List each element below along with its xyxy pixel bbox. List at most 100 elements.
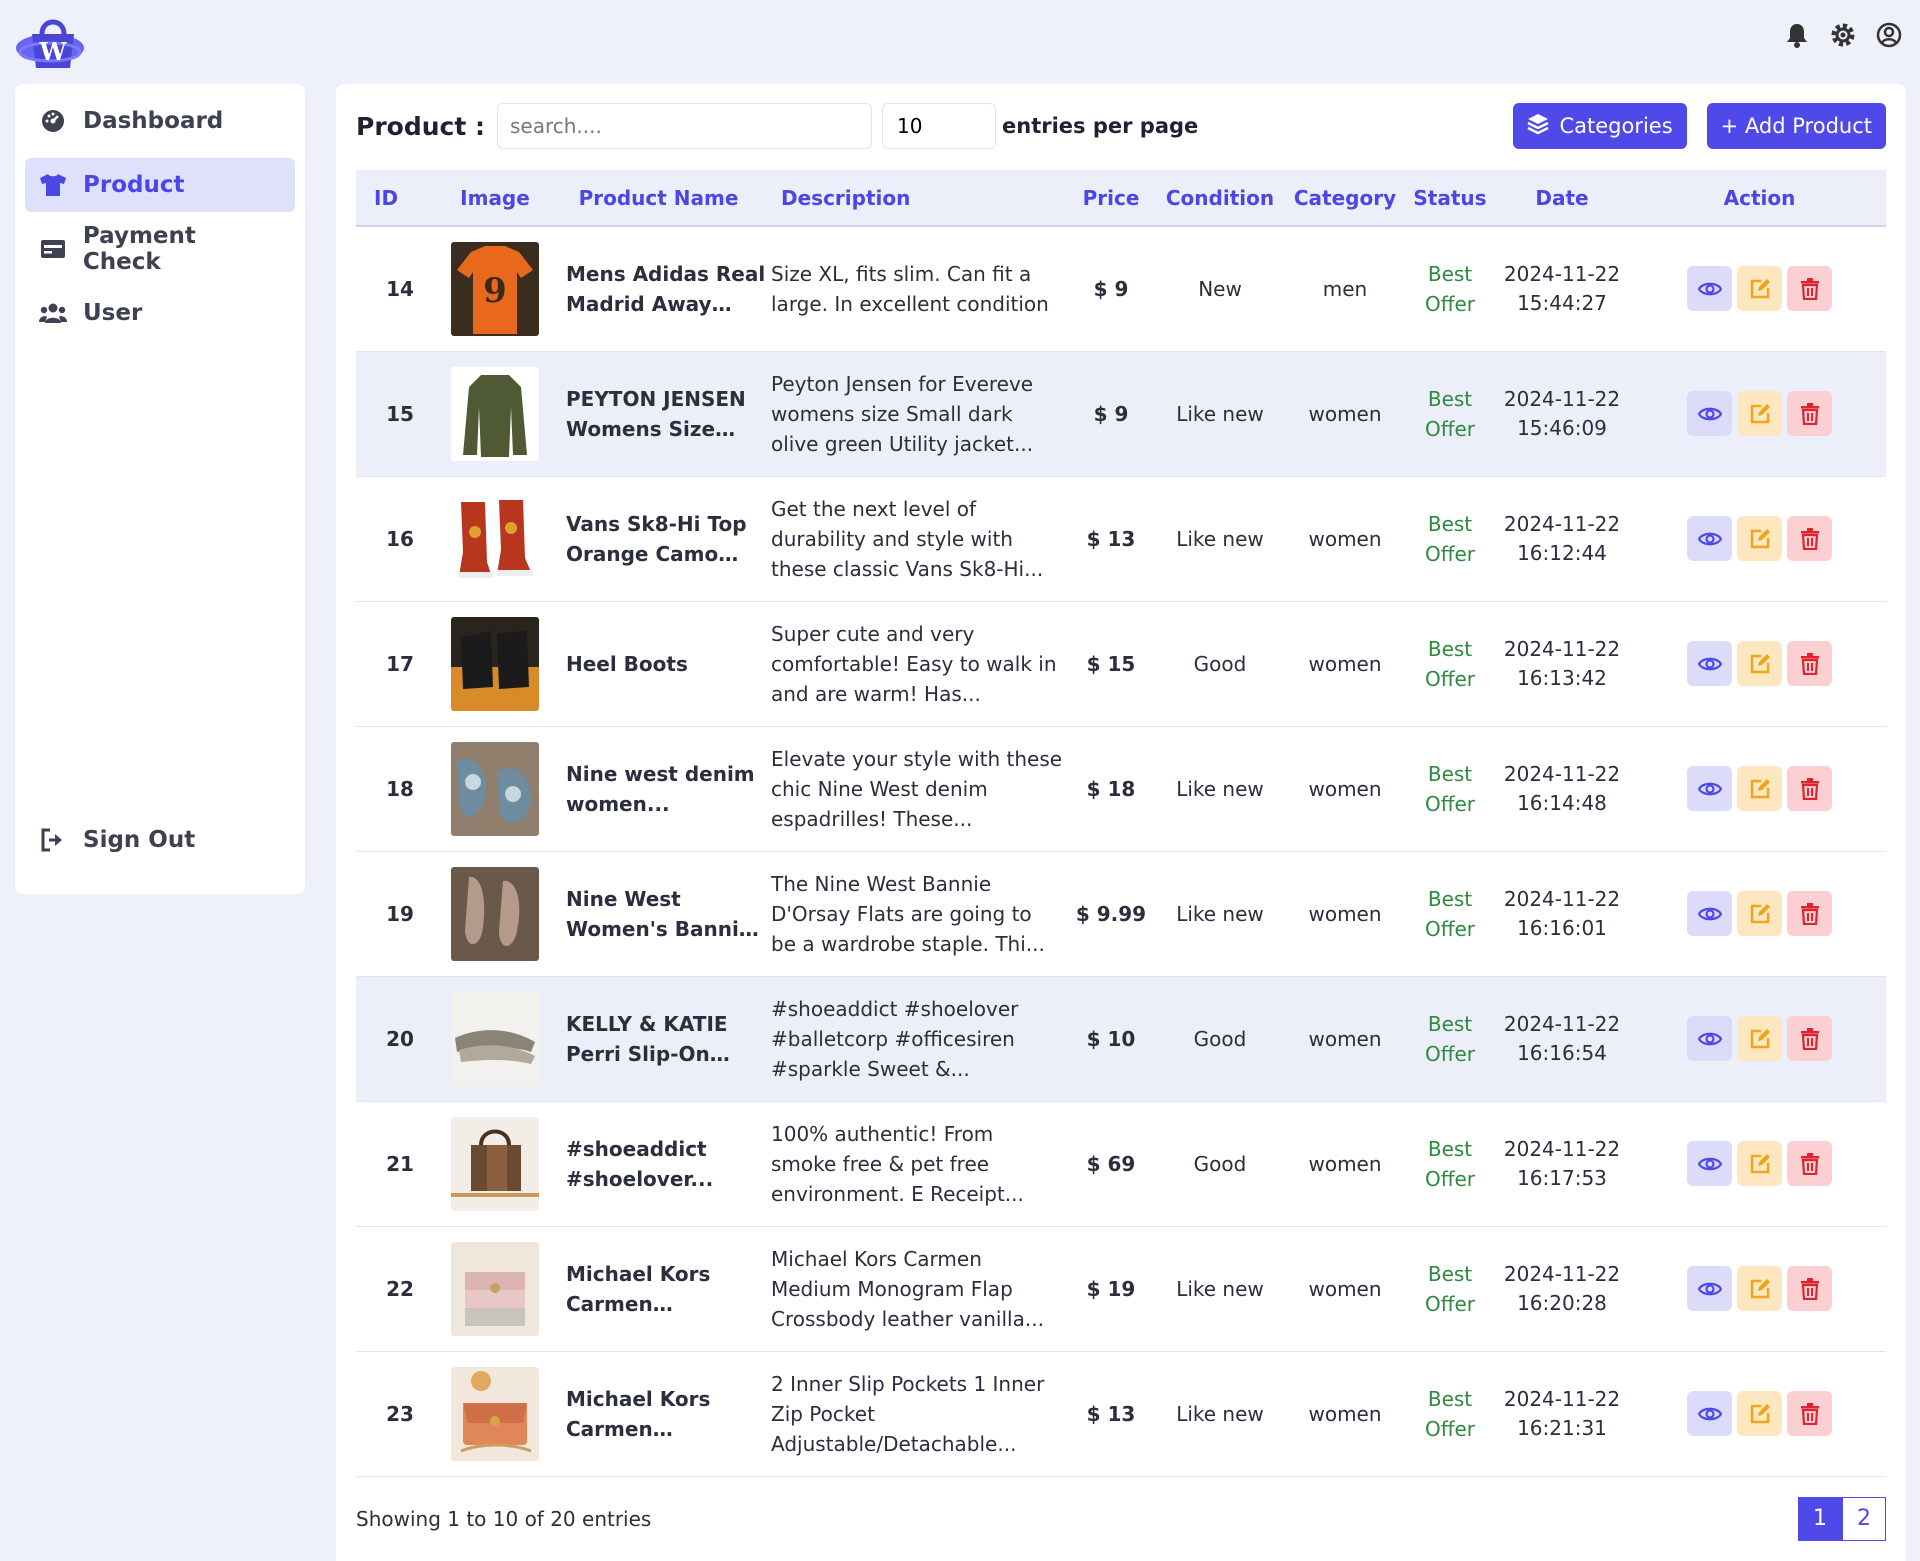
categories-button[interactable]: Categories <box>1513 103 1687 149</box>
cell-action <box>1633 851 1886 976</box>
edit-icon <box>1750 278 1770 298</box>
trash-icon <box>1800 777 1819 800</box>
view-button[interactable] <box>1687 891 1732 936</box>
col-header-price[interactable]: Price <box>1063 170 1159 226</box>
product-description: Size XL, fits slim. Can fit a large. In … <box>771 261 1049 316</box>
table-footer: Showing 1 to 10 of 20 entries 1 2 <box>356 1496 1886 1541</box>
product-description: Elevate your style with these chic Nine … <box>771 746 1063 831</box>
delete-button[interactable] <box>1787 641 1832 686</box>
product-thumbnail[interactable] <box>451 1116 539 1211</box>
col-header-condition[interactable]: Condition <box>1159 170 1281 226</box>
cell-date: 2024-11-22 16:13:42 <box>1491 601 1633 726</box>
search-input[interactable] <box>497 103 872 149</box>
delete-button[interactable] <box>1787 266 1832 312</box>
edit-button[interactable] <box>1737 1266 1782 1311</box>
cell-price: $ 9 <box>1093 276 1129 301</box>
sidebar-item-user[interactable]: User <box>25 286 295 340</box>
product-thumbnail[interactable] <box>451 991 539 1086</box>
bell-icon[interactable] <box>1784 22 1810 48</box>
cell-category: women <box>1308 1151 1382 1176</box>
col-header-product-name[interactable]: Product Name <box>546 170 771 226</box>
col-header-image[interactable]: Image <box>444 170 546 226</box>
delete-button[interactable] <box>1787 1266 1832 1311</box>
sign-out-button[interactable]: Sign Out <box>25 813 295 867</box>
cell-description: The Nine West Bannie D'Orsay Flats are g… <box>771 851 1063 976</box>
col-header-status[interactable]: Status <box>1409 170 1491 226</box>
page-button-1[interactable]: 1 <box>1798 1496 1842 1541</box>
entries-per-page-input[interactable] <box>882 103 996 149</box>
edit-button[interactable] <box>1737 766 1782 811</box>
col-header-category[interactable]: Category <box>1281 170 1409 226</box>
delete-button[interactable] <box>1787 1141 1832 1186</box>
product-thumbnail[interactable] <box>451 1366 539 1461</box>
table-row[interactable]: 17 Heel Boots Super cute and very comfor… <box>356 601 1886 726</box>
app-logo[interactable]: W <box>14 8 92 72</box>
col-header-description[interactable]: Description <box>771 170 1063 226</box>
add-product-button[interactable]: + Add Product <box>1706 103 1886 149</box>
edit-button[interactable] <box>1737 516 1782 561</box>
sidebar-item-dashboard[interactable]: Dashboard <box>25 94 295 148</box>
table-row[interactable]: 22 Michael Kors Carmen Medium... Michael… <box>356 1226 1886 1351</box>
cell-action <box>1633 1351 1886 1476</box>
view-button[interactable] <box>1687 1141 1732 1186</box>
view-button[interactable] <box>1687 1016 1732 1061</box>
sidebar: Dashboard Product Payment Check User Sig… <box>15 84 305 894</box>
edit-button[interactable] <box>1737 1141 1782 1186</box>
trash-icon <box>1800 652 1819 675</box>
cell-date: 2024-11-22 16:21:31 <box>1491 1351 1633 1476</box>
delete-button[interactable] <box>1787 766 1832 811</box>
edit-button[interactable] <box>1737 1016 1782 1061</box>
product-name: #shoeaddict #shoelover... <box>566 1136 714 1191</box>
col-header-id[interactable]: ID <box>356 170 444 226</box>
view-button[interactable] <box>1687 391 1732 436</box>
cell-image <box>444 1351 546 1476</box>
cell-action <box>1633 601 1886 726</box>
view-button[interactable] <box>1687 1266 1732 1311</box>
table-row[interactable]: 19 Nine West Women's Bannie Ballet Flat … <box>356 851 1886 976</box>
product-thumbnail[interactable] <box>451 741 539 836</box>
view-button[interactable] <box>1687 641 1732 686</box>
time-label: 16:21:31 <box>1517 1415 1607 1440</box>
sidebar-item-payment-check[interactable]: Payment Check <box>25 222 295 276</box>
view-button[interactable] <box>1687 1391 1732 1436</box>
table-row[interactable]: 14 9 Mens Adidas Real Madrid Away Jerse.… <box>356 226 1886 351</box>
row-actions <box>1633 1266 1886 1311</box>
product-thumbnail[interactable] <box>451 1241 539 1336</box>
delete-button[interactable] <box>1787 891 1832 936</box>
table-row[interactable]: 18 Nine west denim women... Elevate your… <box>356 726 1886 851</box>
page-button-2[interactable]: 2 <box>1842 1496 1886 1541</box>
table-row[interactable]: 21 #shoeaddict #shoelover... 100% authen… <box>356 1101 1886 1226</box>
user-circle-icon[interactable] <box>1876 22 1902 48</box>
table-row[interactable]: 20 KELLY & KATIE Perri Slip-On Ballet Fl… <box>356 976 1886 1101</box>
product-thumbnail[interactable] <box>451 616 539 711</box>
delete-button[interactable] <box>1787 1016 1832 1061</box>
edit-button[interactable] <box>1737 266 1782 312</box>
col-header-date[interactable]: Date <box>1491 170 1633 226</box>
table-row[interactable]: 23 Michael Kors Carmen Medium... 2 Inner… <box>356 1351 1886 1476</box>
eye-icon <box>1697 282 1722 296</box>
col-header-action[interactable]: Action <box>1633 170 1886 226</box>
edit-button[interactable] <box>1737 1391 1782 1436</box>
product-thumbnail[interactable]: 9 <box>451 241 539 336</box>
cell-image <box>444 601 546 726</box>
product-thumbnail[interactable] <box>451 866 539 961</box>
product-thumbnail[interactable] <box>451 366 539 461</box>
gear-icon[interactable] <box>1830 22 1856 48</box>
edit-button[interactable] <box>1737 891 1782 936</box>
delete-button[interactable] <box>1787 516 1832 561</box>
edit-button[interactable] <box>1737 641 1782 686</box>
table-row[interactable]: 16 Vans Sk8-Hi Top Orange Camo Skat... G… <box>356 476 1886 601</box>
eye-icon <box>1697 782 1722 795</box>
cell-price: $ 18 <box>1086 776 1136 801</box>
product-toolbar: Product : entries per page Categories + … <box>356 102 1886 150</box>
delete-button[interactable] <box>1787 391 1832 436</box>
edit-button[interactable] <box>1737 391 1782 436</box>
delete-button[interactable] <box>1787 1391 1832 1436</box>
table-body: 14 9 Mens Adidas Real Madrid Away Jerse.… <box>356 226 1886 1476</box>
product-thumbnail[interactable] <box>451 491 539 586</box>
table-row[interactable]: 15 PEYTON JENSEN Womens Size Small... Pe… <box>356 351 1886 476</box>
view-button[interactable] <box>1687 266 1732 312</box>
sidebar-item-product[interactable]: Product <box>25 158 295 212</box>
view-button[interactable] <box>1687 766 1732 811</box>
view-button[interactable] <box>1687 516 1732 561</box>
